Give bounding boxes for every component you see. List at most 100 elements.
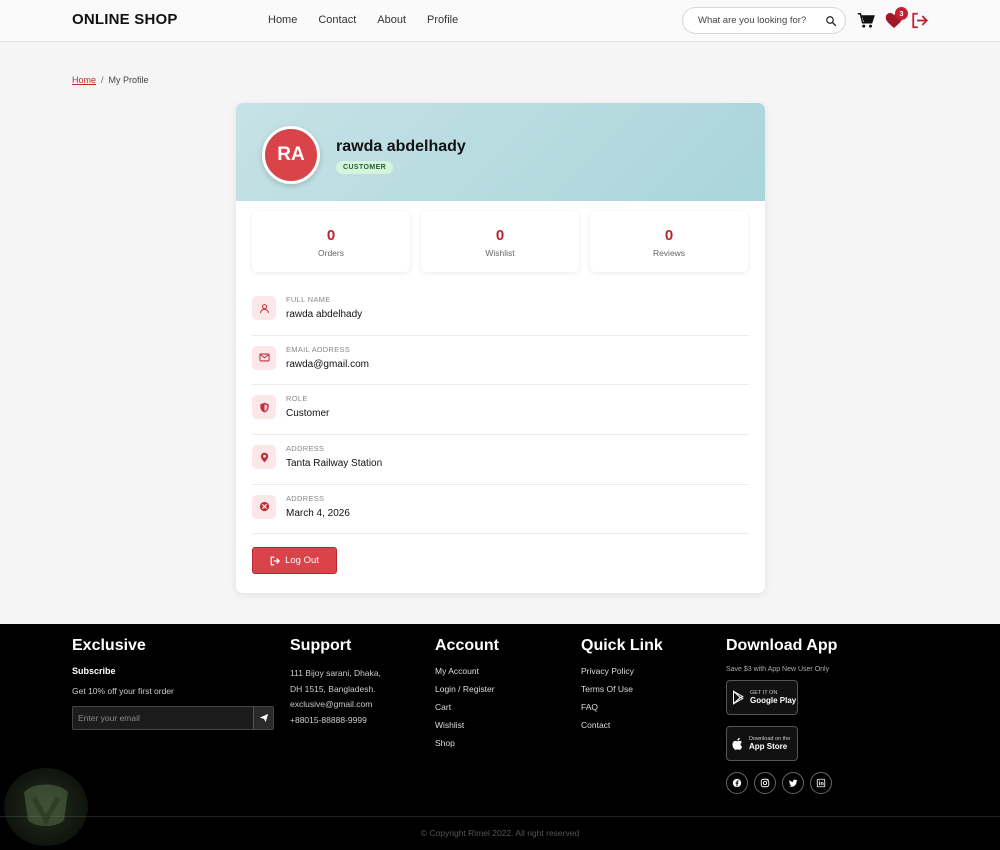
stat-reviews[interactable]: 0 Reviews bbox=[590, 211, 748, 272]
info-row-role: ROLE Customer bbox=[252, 385, 749, 436]
send-button[interactable] bbox=[253, 706, 273, 729]
footer-quick-link-title: Quick Link bbox=[581, 637, 663, 654]
site-footer: Exclusive Subscribe Get 10% off your fir… bbox=[0, 624, 1000, 850]
footer-account: Account My Account Login / Register Cart… bbox=[435, 637, 499, 756]
footer-quick-link: Quick Link Privacy Policy Terms Of Use F… bbox=[581, 637, 663, 738]
info-value: Tanta Railway Station bbox=[286, 458, 383, 470]
top-header: ONLINE SHOP Home Contact About Profile 3 bbox=[0, 0, 1000, 42]
close-circle-icon bbox=[252, 494, 276, 519]
support-email[interactable]: exclusive@gmail.com bbox=[290, 697, 381, 713]
stat-wishlist-value: 0 bbox=[495, 227, 505, 244]
breadcrumb-current: My Profile bbox=[108, 75, 149, 85]
send-icon bbox=[259, 713, 268, 722]
nav-home-link[interactable]: Home bbox=[268, 14, 297, 26]
info-label: FULL NAME bbox=[286, 295, 331, 304]
facebook-icon[interactable] bbox=[726, 772, 748, 794]
footer-support: Support 111 Bijoy sarani, Dhaka, DH 1515… bbox=[290, 637, 381, 728]
info-row-date: ADDRESS March 4, 2026 bbox=[252, 485, 749, 535]
stat-orders-label: Orders bbox=[318, 248, 344, 258]
profile-info-list: FULL NAME rawda abdelhady EMAIL ADDRESS … bbox=[252, 286, 749, 535]
stat-reviews-value: 0 bbox=[664, 227, 674, 244]
shield-icon bbox=[252, 395, 276, 420]
app-save-text: Save $3 with App New User Only bbox=[726, 666, 830, 673]
nav-contact-link[interactable]: Contact bbox=[318, 14, 356, 26]
footer-link-login-register[interactable]: Login / Register bbox=[435, 684, 499, 694]
footer-link-my-account[interactable]: My Account bbox=[435, 666, 499, 676]
subscribe-email-input[interactable] bbox=[73, 706, 253, 729]
support-address-line: 111 Bijoy sarani, Dhaka, bbox=[290, 668, 381, 678]
breadcrumb-home-link[interactable]: Home bbox=[72, 75, 96, 85]
instagram-icon[interactable] bbox=[754, 772, 776, 794]
google-play-label: Google Play bbox=[750, 696, 797, 705]
footer-link-wishlist[interactable]: Wishlist bbox=[435, 720, 499, 730]
twitter-icon[interactable] bbox=[782, 772, 804, 794]
info-row-email: EMAIL ADDRESS rawda@gmail.com bbox=[252, 336, 749, 386]
footer-link-contact[interactable]: Contact bbox=[581, 720, 663, 730]
search-input[interactable] bbox=[698, 15, 822, 26]
nav-about-link[interactable]: About bbox=[377, 14, 406, 26]
stat-reviews-label: Reviews bbox=[652, 248, 686, 258]
footer-exclusive: Exclusive Subscribe Get 10% off your fir… bbox=[72, 637, 274, 730]
main-nav: Home Contact About Profile bbox=[268, 14, 479, 26]
footer-link-shop[interactable]: Shop bbox=[435, 738, 499, 748]
info-value: Customer bbox=[286, 408, 330, 420]
footer-link-faq[interactable]: FAQ bbox=[581, 702, 663, 712]
profile-header: RA rawda abdelhady CUSTOMER bbox=[236, 103, 765, 201]
breadcrumb-separator: / bbox=[101, 75, 104, 85]
search-icon[interactable] bbox=[825, 15, 837, 27]
support-address-line: DH 1515, Bangladesh. bbox=[290, 683, 376, 694]
logout-icon[interactable] bbox=[911, 12, 929, 29]
google-play-button[interactable]: GET IT ON Google Play bbox=[726, 680, 798, 715]
logout-button[interactable]: Log Out bbox=[252, 547, 337, 574]
role-badge: CUSTOMER bbox=[336, 161, 394, 174]
profile-stats: 0 Orders 0 Wishlist 0 Reviews bbox=[252, 211, 748, 272]
apple-icon bbox=[732, 737, 743, 750]
app-store-button[interactable]: Download on the App Store bbox=[726, 726, 798, 761]
footer-account-title: Account bbox=[435, 637, 499, 654]
mail-icon bbox=[252, 345, 276, 370]
logout-button-label: Log Out bbox=[285, 555, 319, 566]
footer-exclusive-title: Exclusive bbox=[72, 637, 146, 654]
cart-icon[interactable] bbox=[857, 12, 875, 29]
footer-download-app: Download App Save $3 with App New User O… bbox=[726, 637, 837, 794]
linkedin-icon[interactable] bbox=[810, 772, 832, 794]
wishlist-count-badge: 3 bbox=[895, 7, 908, 20]
location-pin-icon bbox=[252, 445, 276, 470]
copyright-text: © Copyright Rimel 2022. All right reserv… bbox=[420, 828, 580, 838]
avatar: RA bbox=[262, 126, 320, 184]
info-value: March 4, 2026 bbox=[286, 507, 350, 519]
nav-profile-link[interactable]: Profile bbox=[427, 14, 458, 26]
profile-name: rawda abdelhady bbox=[336, 138, 466, 155]
stat-wishlist[interactable]: 0 Wishlist bbox=[421, 211, 579, 272]
footer-divider bbox=[0, 816, 1000, 817]
stat-orders[interactable]: 0 Orders bbox=[252, 211, 410, 272]
stat-wishlist-label: Wishlist bbox=[485, 248, 515, 258]
google-play-icon bbox=[733, 690, 744, 705]
footer-link-privacy[interactable]: Privacy Policy bbox=[581, 666, 663, 676]
info-value: rawda abdelhady bbox=[286, 309, 363, 320]
support-phone[interactable]: +88015-88888-9999 bbox=[290, 713, 381, 729]
profile-card: RA rawda abdelhady CUSTOMER 0 Orders 0 W… bbox=[236, 103, 765, 593]
app-store-label: App Store bbox=[749, 742, 788, 751]
social-links bbox=[726, 772, 837, 794]
footer-link-cart[interactable]: Cart bbox=[435, 702, 499, 712]
footer-subscribe-heading: Subscribe bbox=[72, 666, 116, 676]
info-label: ROLE bbox=[286, 394, 308, 404]
footer-support-title: Support bbox=[290, 637, 352, 654]
stat-orders-value: 0 bbox=[326, 227, 336, 244]
search-bar bbox=[682, 7, 846, 34]
site-logo[interactable]: ONLINE SHOP bbox=[72, 11, 178, 28]
info-value: rawda@gmail.com bbox=[286, 358, 369, 370]
watermark-logo bbox=[4, 768, 88, 846]
info-label: ADDRESS bbox=[286, 444, 325, 454]
info-row-address: ADDRESS Tanta Railway Station bbox=[252, 435, 749, 485]
info-row-full-name: FULL NAME rawda abdelhady bbox=[252, 286, 749, 336]
info-label: EMAIL ADDRESS bbox=[286, 344, 351, 354]
logout-icon bbox=[270, 556, 281, 565]
footer-download-title: Download App bbox=[726, 637, 838, 654]
breadcrumb: Home / My Profile bbox=[72, 75, 149, 85]
info-label: ADDRESS bbox=[286, 493, 325, 503]
footer-link-terms[interactable]: Terms Of Use bbox=[581, 684, 663, 694]
subscribe-email-box bbox=[72, 705, 274, 730]
footer-offer-text: Get 10% off your first order bbox=[72, 686, 174, 696]
